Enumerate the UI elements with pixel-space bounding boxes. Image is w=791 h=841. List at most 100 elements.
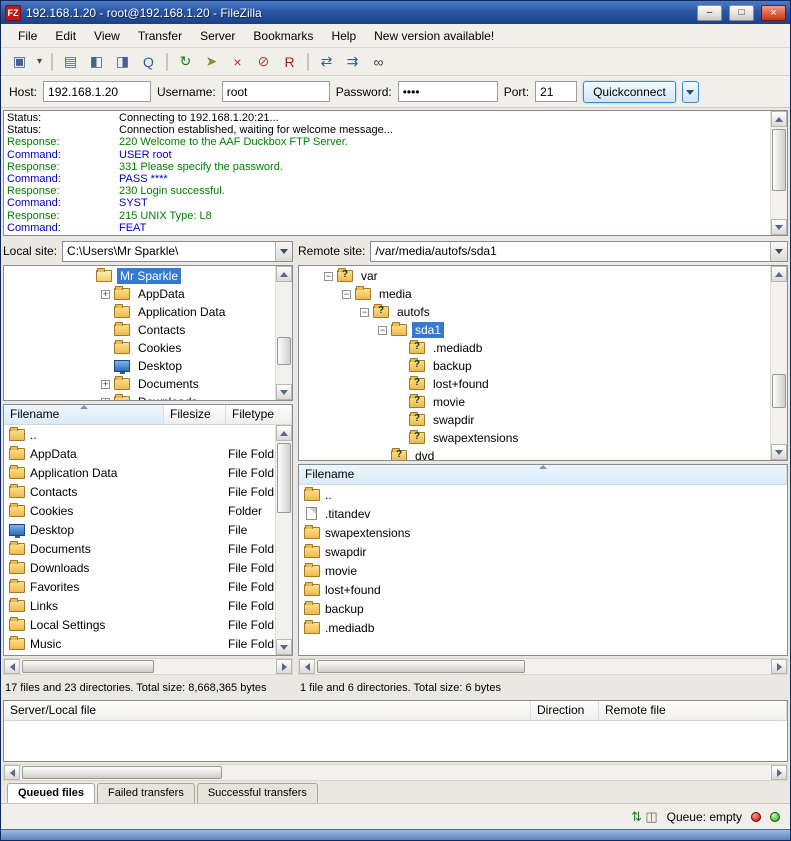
minimize-button[interactable]: – xyxy=(697,5,722,21)
site-manager-icon[interactable]: ▣ xyxy=(7,51,32,73)
scroll-thumb[interactable] xyxy=(22,660,154,673)
Favorites[interactable]: Favorites File Folder xyxy=(5,577,274,596)
maximize-button[interactable]: □ xyxy=(729,5,754,21)
Local Settings[interactable]: Local Settings File Folder xyxy=(5,615,274,634)
tree-expander-icon[interactable]: − xyxy=(360,308,369,317)
remote-horizontal-scrollbar[interactable] xyxy=(298,658,788,675)
process-queue-icon[interactable]: ➤ xyxy=(199,51,224,73)
reconnect-icon[interactable]: R xyxy=(277,51,302,73)
tree-item[interactable]: + Documents xyxy=(5,375,274,393)
message-log-scrollbar[interactable] xyxy=(770,111,787,235)
toggle-local-tree-icon[interactable]: ◧ xyxy=(84,51,109,73)
tree-expander-icon[interactable]: + xyxy=(101,290,110,299)
menu-item[interactable]: View xyxy=(85,26,129,46)
column-header-direction[interactable]: Direction xyxy=(531,701,599,720)
scroll-up-icon[interactable] xyxy=(276,266,292,282)
disconnect-icon[interactable]: ⊘ xyxy=(251,51,276,73)
directory-comparison-icon[interactable]: ⇄ xyxy=(314,51,339,73)
.mediadb[interactable]: .mediadb xyxy=(300,618,786,637)
menu-item[interactable]: Help xyxy=(322,26,365,46)
close-button[interactable]: × xyxy=(761,5,786,21)
menu-item[interactable]: Transfer xyxy=(129,26,191,46)
tree-item[interactable]: backup xyxy=(300,357,769,375)
scroll-down-icon[interactable] xyxy=(771,444,787,460)
scroll-down-icon[interactable] xyxy=(276,639,292,655)
remote-tree-scrollbar[interactable] xyxy=(770,266,787,460)
tab-failed-transfers[interactable]: Failed transfers xyxy=(97,783,195,803)
tree-expander-icon[interactable]: − xyxy=(342,290,351,299)
tree-expander-icon[interactable]: − xyxy=(324,272,333,281)
local-site-combobox[interactable]: C:\Users\Mr Sparkle\ xyxy=(62,241,293,262)
menu-item[interactable]: Bookmarks xyxy=(244,26,322,46)
tree-expander-icon[interactable]: − xyxy=(378,326,387,335)
refresh-icon[interactable]: ↻ xyxy=(173,51,198,73)
password-input[interactable] xyxy=(398,81,498,102)
tree-item[interactable]: Contacts xyxy=(5,321,274,339)
tab-successful-transfers[interactable]: Successful transfers xyxy=(197,783,318,803)
scroll-thumb[interactable] xyxy=(772,129,786,191)
tree-item[interactable]: .mediadb xyxy=(300,339,769,357)
tree-item[interactable]: Mr Sparkle xyxy=(5,267,274,285)
scroll-down-icon[interactable] xyxy=(771,219,787,235)
Documents[interactable]: Documents File Folder xyxy=(5,539,274,558)
Cookies[interactable]: Cookies Folder xyxy=(5,501,274,520)
tree-item[interactable]: − autofs xyxy=(300,303,769,321)
scroll-up-icon[interactable] xyxy=(771,266,787,282)
quickconnect-button[interactable]: Quickconnect xyxy=(583,81,676,103)
chevron-down-icon[interactable] xyxy=(770,242,787,261)
tree-item[interactable]: lost+found xyxy=(300,375,769,393)
tree-item[interactable]: Application Data xyxy=(5,303,274,321)
scroll-up-icon[interactable] xyxy=(771,111,787,127)
tree-item[interactable]: Desktop xyxy=(5,357,274,375)
scroll-left-icon[interactable] xyxy=(4,659,20,674)
cancel-icon[interactable]: × xyxy=(225,51,250,73)
local-horizontal-scrollbar[interactable] xyxy=(3,658,293,675)
scroll-down-icon[interactable] xyxy=(276,384,292,400)
scroll-right-icon[interactable] xyxy=(276,659,292,674)
queue-horizontal-scrollbar[interactable] xyxy=(3,764,788,781)
port-input[interactable] xyxy=(535,81,577,102)
tree-item[interactable]: swapdir xyxy=(300,411,769,429)
column-header-filetype[interactable]: Filetype xyxy=(226,405,292,424)
find-files-icon[interactable]: ∞ xyxy=(366,51,391,73)
Downloads[interactable]: Downloads File Folder xyxy=(5,558,274,577)
scroll-right-icon[interactable] xyxy=(771,659,787,674)
scroll-left-icon[interactable] xyxy=(4,765,20,780)
local-list-scrollbar[interactable] xyxy=(275,425,292,655)
tree-item[interactable]: − media xyxy=(300,285,769,303)
scroll-track[interactable] xyxy=(276,282,292,384)
toggle-message-log-icon[interactable]: ▤ xyxy=(58,51,83,73)
scroll-track[interactable] xyxy=(276,441,292,639)
scroll-thumb[interactable] xyxy=(277,443,291,513)
swapdir[interactable]: swapdir xyxy=(300,542,786,561)
scroll-thumb[interactable] xyxy=(317,660,525,673)
scroll-track[interactable] xyxy=(771,282,787,444)
title-bar[interactable]: FZ 192.168.1.20 - root@192.168.1.20 - Fi… xyxy=(1,1,790,24)
scroll-left-icon[interactable] xyxy=(299,659,315,674)
movie[interactable]: movie xyxy=(300,561,786,580)
column-header-remote-file[interactable]: Remote file xyxy=(599,701,787,720)
.titandev[interactable]: .titandev xyxy=(300,504,786,523)
scroll-thumb[interactable] xyxy=(772,374,786,408)
scroll-track[interactable] xyxy=(771,127,787,219)
Contacts[interactable]: Contacts File Folder xyxy=(5,482,274,501)
lost+found[interactable]: lost+found xyxy=(300,580,786,599)
quickconnect-dropdown-button[interactable] xyxy=(682,81,699,103)
tab-queued-files[interactable]: Queued files xyxy=(7,783,95,803)
tree-item[interactable]: − var xyxy=(300,267,769,285)
column-header-filename[interactable]: Filename xyxy=(4,405,164,424)
tree-item[interactable]: + Downloads xyxy=(5,393,274,400)
scroll-right-icon[interactable] xyxy=(771,765,787,780)
toggle-remote-tree-icon[interactable]: ◨ xyxy=(110,51,135,73)
chevron-down-icon[interactable] xyxy=(275,242,292,261)
menu-item[interactable]: File xyxy=(9,26,46,46)
Links[interactable]: Links File Folder xyxy=(5,596,274,615)
menu-item[interactable]: New version available! xyxy=(365,26,503,46)
Application Data[interactable]: Application Data File Folder xyxy=(5,463,274,482)
menu-item[interactable]: Edit xyxy=(46,26,85,46)
swapextensions[interactable]: swapextensions xyxy=(300,523,786,542)
toggle-queue-icon[interactable]: Q xyxy=(136,51,161,73)
column-header-filename[interactable]: Filename xyxy=(299,465,787,484)
..[interactable]: .. xyxy=(5,425,274,444)
site-manager-dropdown-icon[interactable]: ▾ xyxy=(33,51,46,73)
